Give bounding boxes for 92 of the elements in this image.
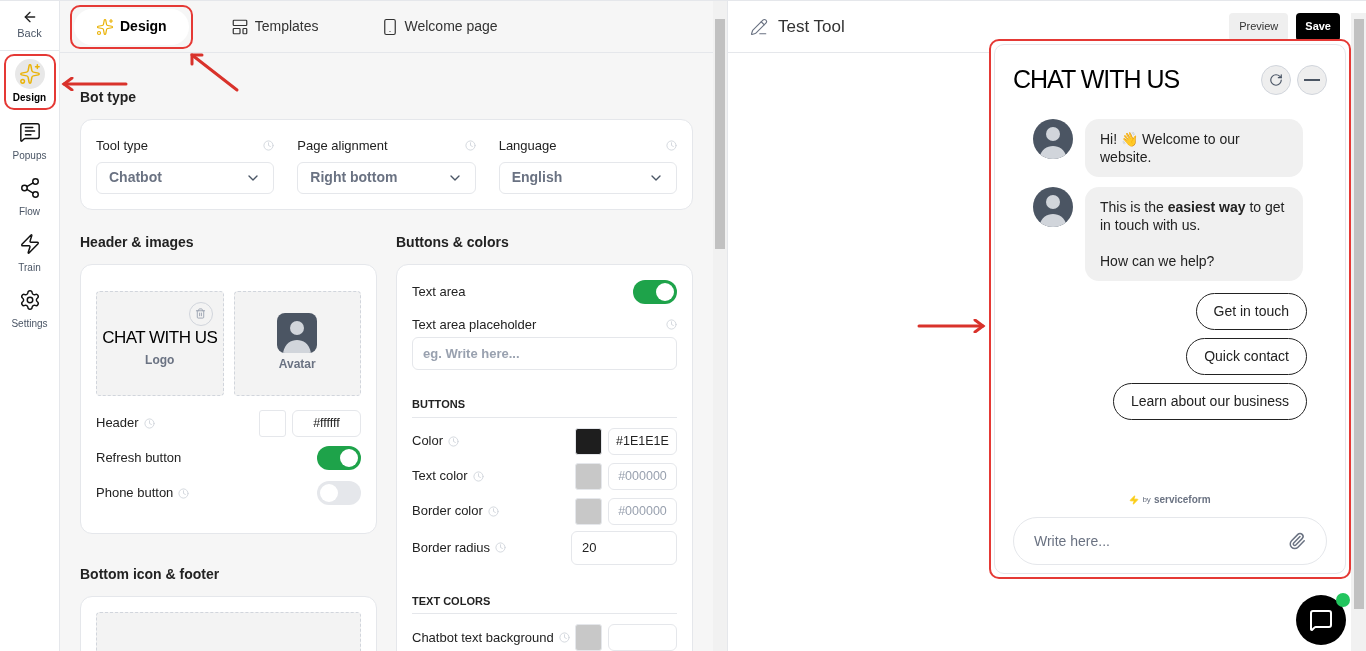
message-text: This is the easiest way to get in touch with us. — [1100, 197, 1286, 234]
refresh-button[interactable] — [1261, 64, 1291, 95]
logo-upload-area[interactable]: CHAT WITH US Logo — [96, 290, 224, 396]
toggle-switch[interactable] — [317, 481, 361, 505]
settings-icon — [18, 289, 41, 311]
tab[interactable]: Welcome page — [358, 8, 520, 45]
select-field[interactable]: Right bottom — [297, 161, 476, 194]
select-field[interactable]: Chatbot — [96, 161, 275, 194]
info-icon — [666, 140, 677, 152]
chat-title: CHAT WITH US — [1013, 64, 1180, 95]
section-title: Header & images — [80, 232, 195, 252]
color-swatch[interactable] — [575, 462, 602, 490]
annotation-arrow — [188, 51, 240, 93]
select-field[interactable]: English — [498, 161, 677, 194]
info-icon — [448, 435, 460, 447]
subsection-title: BUTTONS — [412, 396, 677, 418]
save-button[interactable]: Save — [1296, 12, 1340, 41]
tool-title: Test Tool — [778, 15, 846, 38]
color-swatch[interactable] — [575, 497, 602, 525]
avatar-upload-area[interactable]: Avatar — [233, 290, 361, 396]
field-label: Color — [412, 432, 444, 451]
info-icon — [472, 470, 484, 482]
minimize-button[interactable] — [1297, 64, 1327, 95]
info-icon — [178, 487, 190, 499]
info-icon — [464, 140, 476, 152]
info-icon — [558, 632, 570, 643]
logo-text: CHAT WITH US — [102, 327, 218, 350]
field-label: Border color — [412, 502, 483, 521]
color-swatch[interactable] — [575, 427, 602, 455]
color-field[interactable]: #ffffff — [292, 409, 361, 437]
section-title: Bottom icon & footer — [80, 564, 221, 584]
pencil-icon — [750, 17, 768, 36]
field-label: Language — [498, 137, 557, 155]
field-label: Tool type — [96, 137, 149, 155]
info-icon — [666, 318, 677, 330]
refresh-icon — [1269, 72, 1283, 87]
footer-by: by — [1142, 493, 1151, 506]
input-field[interactable]: eg. Write here... — [412, 337, 677, 370]
message-icon — [18, 121, 41, 143]
sidebar-item[interactable]: Popups — [6, 115, 53, 165]
field-label: Text color — [412, 467, 468, 486]
trash-icon — [195, 308, 206, 319]
preview-button[interactable]: Preview — [1229, 12, 1289, 41]
info-icon — [143, 417, 155, 429]
field-label: Phone button — [96, 484, 174, 503]
field-label: Chatbot text background — [412, 628, 554, 647]
toggle-switch[interactable] — [633, 279, 677, 304]
sparkles-icon — [18, 63, 41, 85]
subsection-title: TEXT COLORS — [412, 592, 677, 614]
info-icon — [495, 542, 507, 553]
avatar-placeholder — [277, 313, 318, 353]
field-label: Text area placeholder — [412, 315, 537, 334]
annotation-arrow — [917, 319, 987, 333]
section-title: Buttons & colors — [396, 232, 510, 252]
sidebar-item[interactable]: Flow — [6, 171, 53, 221]
sparkles-icon — [96, 17, 114, 36]
avatar-placeholder — [1033, 186, 1073, 227]
avatar-placeholder — [1033, 118, 1073, 159]
chat-bubble-icon — [1309, 608, 1333, 632]
paperclip-icon — [1288, 532, 1306, 550]
field-label: Border radius — [412, 538, 491, 557]
tab[interactable]: Templates — [208, 8, 341, 45]
brand-logo-text: serviceform — [1153, 493, 1211, 507]
message-text: How can we help? — [1100, 251, 1216, 270]
upload-caption: Logo — [145, 351, 175, 369]
layout-icon — [230, 17, 249, 36]
share-icon — [18, 177, 41, 199]
field-label: Header — [96, 414, 139, 433]
field-label: Text area — [412, 282, 466, 301]
toggle-switch[interactable] — [317, 446, 361, 470]
minimize-icon — [1304, 78, 1320, 81]
info-icon — [487, 505, 499, 517]
section-title: Bot type — [80, 88, 137, 107]
info-icon — [263, 140, 275, 152]
lightning-icon — [18, 233, 41, 255]
sidebar-item[interactable]: Settings — [6, 283, 53, 333]
tab[interactable]: Design — [74, 8, 189, 45]
sidebar-item[interactable]: Design — [6, 57, 53, 107]
back-button[interactable]: Back — [0, 1, 59, 51]
input-placeholder: Write here... — [1034, 531, 1110, 551]
upload-caption: Avatar — [278, 356, 316, 373]
field-label: Page alignment — [297, 137, 388, 155]
color-swatch[interactable] — [575, 624, 602, 651]
message-text: Hi! 👋 Welcome to our website. — [1100, 129, 1241, 166]
color-field[interactable]: #1E1E1E — [608, 427, 677, 455]
number-field[interactable]: 20 — [571, 530, 677, 565]
sidebar-item[interactable]: Train — [6, 227, 53, 277]
color-field[interactable] — [608, 624, 677, 651]
field-label: Refresh button — [96, 449, 182, 468]
color-swatch[interactable] — [259, 409, 286, 437]
lightning-icon — [1129, 493, 1140, 506]
annotation-arrow — [60, 77, 128, 91]
